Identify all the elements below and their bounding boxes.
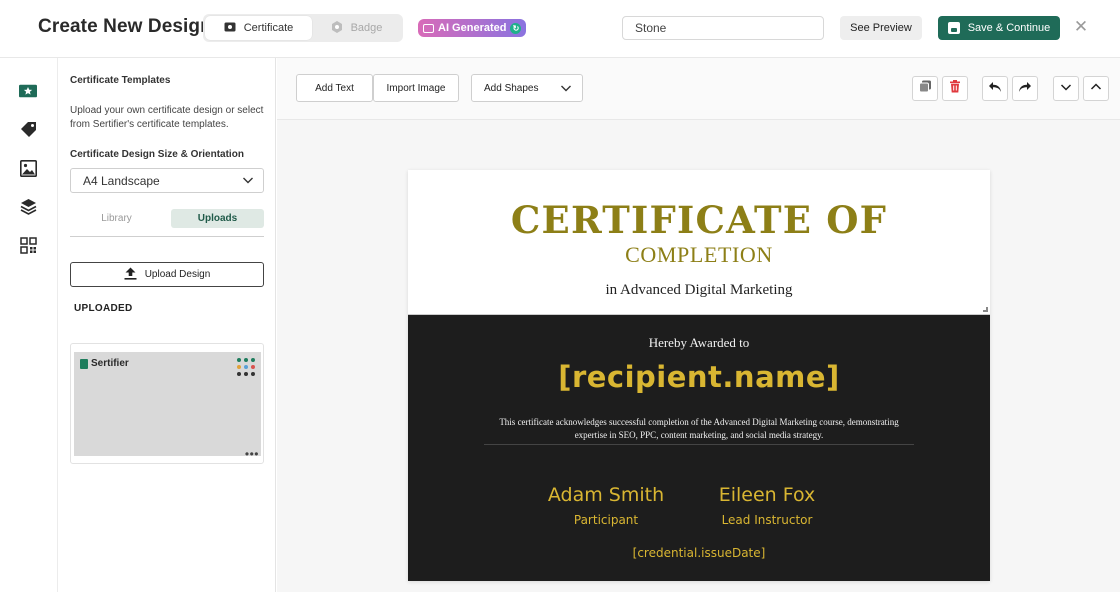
upload-design-label: Upload Design (144, 269, 211, 280)
image-icon[interactable] (19, 159, 37, 177)
chevron-up-icon (1090, 80, 1102, 98)
copy-icon (918, 80, 932, 98)
see-preview-button[interactable]: See Preview (840, 16, 922, 40)
save-continue-label: Save & Continue (967, 22, 1051, 34)
image-icon (423, 23, 434, 33)
sertifier-logo-mark (80, 358, 88, 369)
design-canvas-area: Add Text Import Image Add Shapes CERTIFI… (277, 58, 1120, 592)
ai-generated-label: AI Generated (438, 22, 507, 34)
statement-line-2: expertise in SEO, PPC, content marketing… (574, 430, 824, 440)
certificate-canvas[interactable]: CERTIFICATE OF COMPLETION in Advanced Di… (408, 170, 990, 581)
panel-description: Upload your own certificate design or se… (70, 105, 264, 130)
awarded-text[interactable]: Hereby Awarded to (408, 335, 990, 351)
move-down-button[interactable] (1053, 76, 1079, 101)
editor-toolbar: Add Text Import Image Add Shapes (277, 58, 1120, 120)
trash-icon (949, 79, 961, 98)
redo-button[interactable] (1012, 76, 1038, 101)
uploaded-design-thumbnail[interactable]: Sertifier (74, 352, 261, 456)
design-type-toggle: Certificate Badge (203, 14, 403, 42)
size-orientation-select[interactable]: A4 Landscape (70, 168, 264, 193)
signature-role-1[interactable]: Participant (526, 513, 686, 527)
decorative-dots (237, 358, 255, 376)
panel-heading: Certificate Templates (70, 75, 171, 86)
divider (484, 444, 914, 445)
certificate-icon (224, 22, 236, 35)
upload-icon (124, 267, 137, 283)
size-orientation-label: Certificate Design Size & Orientation (70, 149, 244, 160)
page-title: Create New Design (38, 16, 212, 37)
resize-handle[interactable] (983, 307, 988, 312)
ai-generated-badge[interactable]: AI Generated ↻ (418, 19, 527, 37)
upload-design-button[interactable]: Upload Design (70, 262, 264, 287)
save-continue-button[interactable]: Save & Continue (938, 16, 1060, 40)
top-bar: Create New Design Certificate Badge AI G… (0, 0, 1120, 58)
move-up-button[interactable] (1083, 76, 1109, 101)
certificate-course[interactable]: in Advanced Digital Marketing (408, 282, 990, 299)
tab-badge-label: Badge (350, 22, 383, 34)
panel-tabs: Library Uploads (70, 209, 264, 237)
tab-uploads[interactable]: Uploads (171, 209, 264, 228)
certificate-subtitle[interactable]: COMPLETION (408, 242, 990, 268)
signature-name-2[interactable]: Eileen Fox (687, 484, 847, 506)
design-name-input[interactable] (622, 16, 824, 40)
statement-line-1: This certificate acknowledges successful… (499, 417, 899, 427)
certificate-icon[interactable] (19, 82, 37, 100)
layers-icon[interactable] (19, 197, 37, 215)
add-text-button[interactable]: Add Text (296, 74, 373, 102)
redo-icon (1018, 80, 1032, 98)
badge-icon (331, 20, 343, 36)
tool-rail (0, 58, 58, 592)
signature-name-1[interactable]: Adam Smith (526, 484, 686, 506)
chevron-down-icon (242, 174, 254, 189)
add-shapes-label: Add Shapes (484, 82, 539, 94)
tag-icon[interactable] (19, 120, 37, 138)
chevron-down-icon (1060, 80, 1072, 98)
uploaded-design-card[interactable]: Sertifier ••• (70, 343, 264, 464)
certificate-header-block[interactable]: CERTIFICATE OF COMPLETION in Advanced Di… (408, 170, 990, 315)
sertifier-logo-text: Sertifier (91, 358, 129, 369)
tab-badge[interactable]: Badge (312, 16, 401, 40)
undo-button[interactable] (982, 76, 1008, 101)
tab-library[interactable]: Library (70, 209, 163, 228)
certificate-body-block[interactable]: Hereby Awarded to [recipient.name] This … (408, 315, 990, 581)
signature-role-2[interactable]: Lead Instructor (687, 513, 847, 527)
import-image-button[interactable]: Import Image (373, 74, 459, 102)
more-options-icon[interactable]: ••• (245, 447, 259, 461)
certificate-title[interactable]: CERTIFICATE OF (408, 198, 990, 242)
sertifier-logo: Sertifier (80, 358, 129, 369)
duplicate-button[interactable] (912, 76, 938, 101)
refresh-icon: ↻ (510, 22, 522, 34)
undo-icon (988, 80, 1002, 98)
close-icon[interactable]: ✕ (1073, 17, 1089, 37)
chevron-down-icon (560, 82, 572, 97)
add-shapes-dropdown[interactable]: Add Shapes (471, 74, 583, 102)
tab-certificate[interactable]: Certificate (205, 16, 312, 40)
tab-certificate-label: Certificate (243, 22, 294, 34)
issue-date-placeholder[interactable]: [credential.issueDate] (408, 546, 990, 560)
certificate-statement[interactable]: This certificate acknowledges successful… (478, 416, 920, 442)
recipient-name-placeholder[interactable]: [recipient.name] (408, 360, 990, 394)
uploaded-heading: UPLOADED (74, 303, 133, 314)
save-icon (947, 22, 960, 34)
size-orientation-value: A4 Landscape (83, 173, 160, 188)
delete-button[interactable] (942, 76, 968, 101)
qr-code-icon[interactable] (19, 236, 37, 254)
templates-panel: Certificate Templates Upload your own ce… (58, 58, 276, 592)
